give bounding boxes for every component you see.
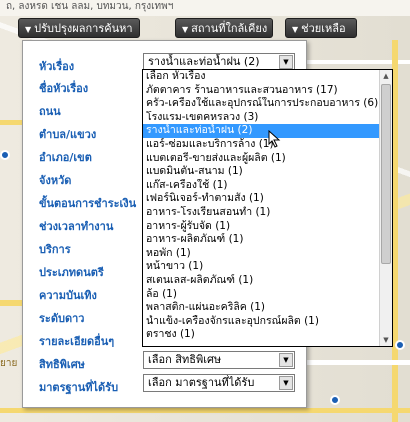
filter-label-other-details: รายละเอียดอื่นๆ [39, 335, 115, 348]
dropdown-option[interactable]: หอพัก (1) [143, 247, 380, 261]
dropdown-option[interactable]: หน้าขาว (1) [143, 260, 380, 274]
dropdown-arrow-icon: ▼ [182, 25, 189, 34]
dropdown-option[interactable]: ครัว-เครื่องใช้และอุปกรณ์ในการประกอบอาหา… [143, 97, 380, 111]
dropdown-option[interactable]: แบดมินตัน-สนาม (1) [143, 165, 380, 179]
standards-select[interactable]: เลือก มาตรฐานที่ได้รับ ▼ [143, 374, 295, 392]
filter-label-star-rating: ระดับดาว [39, 312, 85, 325]
dropdown-scrollbar[interactable]: ▲ ▼ [379, 70, 392, 346]
filter-label-road: ถนน [39, 105, 61, 118]
filter-label-privileges: สิทธิพิเศษ [39, 358, 85, 371]
chevron-down-icon[interactable]: ▼ [279, 376, 293, 390]
dropdown-option[interactable]: โรงแรม-เขตคหรลวง (3) [143, 111, 380, 125]
map-address-text: ถ, ลงหรด เชน ลลม, บทมวน, กรุงเทพฯ [0, 0, 410, 16]
topic-dropdown-list[interactable]: เลือก หัวเรื่อง ภัตตาคาร ร้านอาหารและสวน… [142, 69, 393, 347]
map-pin[interactable] [0, 150, 10, 160]
mouse-pointer-icon [268, 130, 281, 148]
filter-label-music-type: ประเภทดนตรี [39, 266, 104, 279]
filter-label-services: บริการ [39, 243, 71, 256]
dropdown-option[interactable]: รางน้ำและท่อน้ำฝน (2) [143, 124, 380, 138]
dropdown-option[interactable]: อาหาร-ผู้รับจัด (1) [143, 220, 380, 234]
dropdown-option[interactable]: น้ำแข็ง-เครื่องจักรและอุปกรณ์ผลิต (1) [143, 315, 380, 329]
map-pin[interactable] [395, 340, 405, 350]
filter-label-payment: ขั้นตอนการชำระเงิน [39, 197, 137, 210]
scroll-up-icon[interactable]: ▲ [380, 70, 392, 82]
dropdown-option[interactable]: ภัตตาคาร ร้านอาหารและสวนอาหาร (17) [143, 84, 380, 98]
dropdown-option[interactable]: อาหาร-โรงเรียนสอนทำ (1) [143, 206, 380, 220]
dropdown-arrow-icon: ▼ [25, 25, 32, 34]
scroll-down-icon[interactable]: ▼ [380, 334, 392, 346]
scrollbar-thumb[interactable] [381, 84, 391, 264]
refine-search-button[interactable]: ▼ ปรับปรุงผลการค้นหา [18, 18, 140, 38]
filter-label-province: จังหวัด [39, 174, 72, 187]
filter-label-district: อำเภอ/เขต [39, 151, 92, 164]
dropdown-option[interactable]: พลาสติก-แผ่นอะคริลิค (1) [143, 301, 380, 315]
dropdown-option[interactable]: แก๊ส-เครื่องใช้ (1) [143, 179, 380, 193]
filter-label-topic-name: ชื่อหัวเรื่อง [39, 82, 89, 95]
filter-label-entertainment: ความบันเทิง [39, 289, 97, 302]
dropdown-option[interactable]: แบตเตอรี่-ขายส่งและผู้ผลิต (1) [143, 152, 380, 166]
map-side-label: ยาย [0, 358, 18, 369]
toolbar: ▼ ปรับปรุงผลการค้นหา ▼ สถานที่ใกล้เคียง ▼ ช… [0, 15, 410, 41]
help-button[interactable]: ▼ ช่วยเหลือ [285, 18, 357, 38]
privileges-select[interactable]: เลือก สิทธิพิเศษ ▼ [143, 351, 295, 369]
dropdown-option[interactable]: สเตนเลส-ผลิตภัณฑ์ (1) [143, 274, 380, 288]
dropdown-arrow-icon: ▼ [292, 25, 299, 34]
chevron-down-icon[interactable]: ▼ [279, 55, 293, 69]
dropdown-option[interactable]: ตราชง (1) [143, 328, 380, 342]
filter-label-hours: ช่วงเวลาทำงาน [39, 220, 114, 233]
filter-label-topic: หัวเรื่อง [39, 60, 75, 73]
chevron-down-icon[interactable]: ▼ [279, 353, 293, 367]
filter-label-subdistrict: ตำบล/แขวง [39, 128, 97, 141]
dropdown-option[interactable]: แอร์-ซ่อมและบริการล้าง (1) [143, 138, 380, 152]
dropdown-options: เลือก หัวเรื่อง ภัตตาคาร ร้านอาหารและสวน… [143, 70, 380, 342]
dropdown-option[interactable]: เฟอร์นิเจอร์-ทำตามสั่ง (1) [143, 192, 380, 206]
filter-label-standards: มาตรฐานที่ได้รับ [39, 381, 119, 394]
map-pin[interactable] [330, 395, 340, 405]
dropdown-option[interactable]: อาหาร-ผลิตภัณฑ์ (1) [143, 233, 380, 247]
dropdown-option[interactable]: เลือก หัวเรื่อง [143, 70, 380, 84]
dropdown-option[interactable]: ล้อ (1) [143, 288, 380, 302]
nearby-places-button[interactable]: ▼ สถานที่ใกล้เคียง [175, 18, 273, 38]
